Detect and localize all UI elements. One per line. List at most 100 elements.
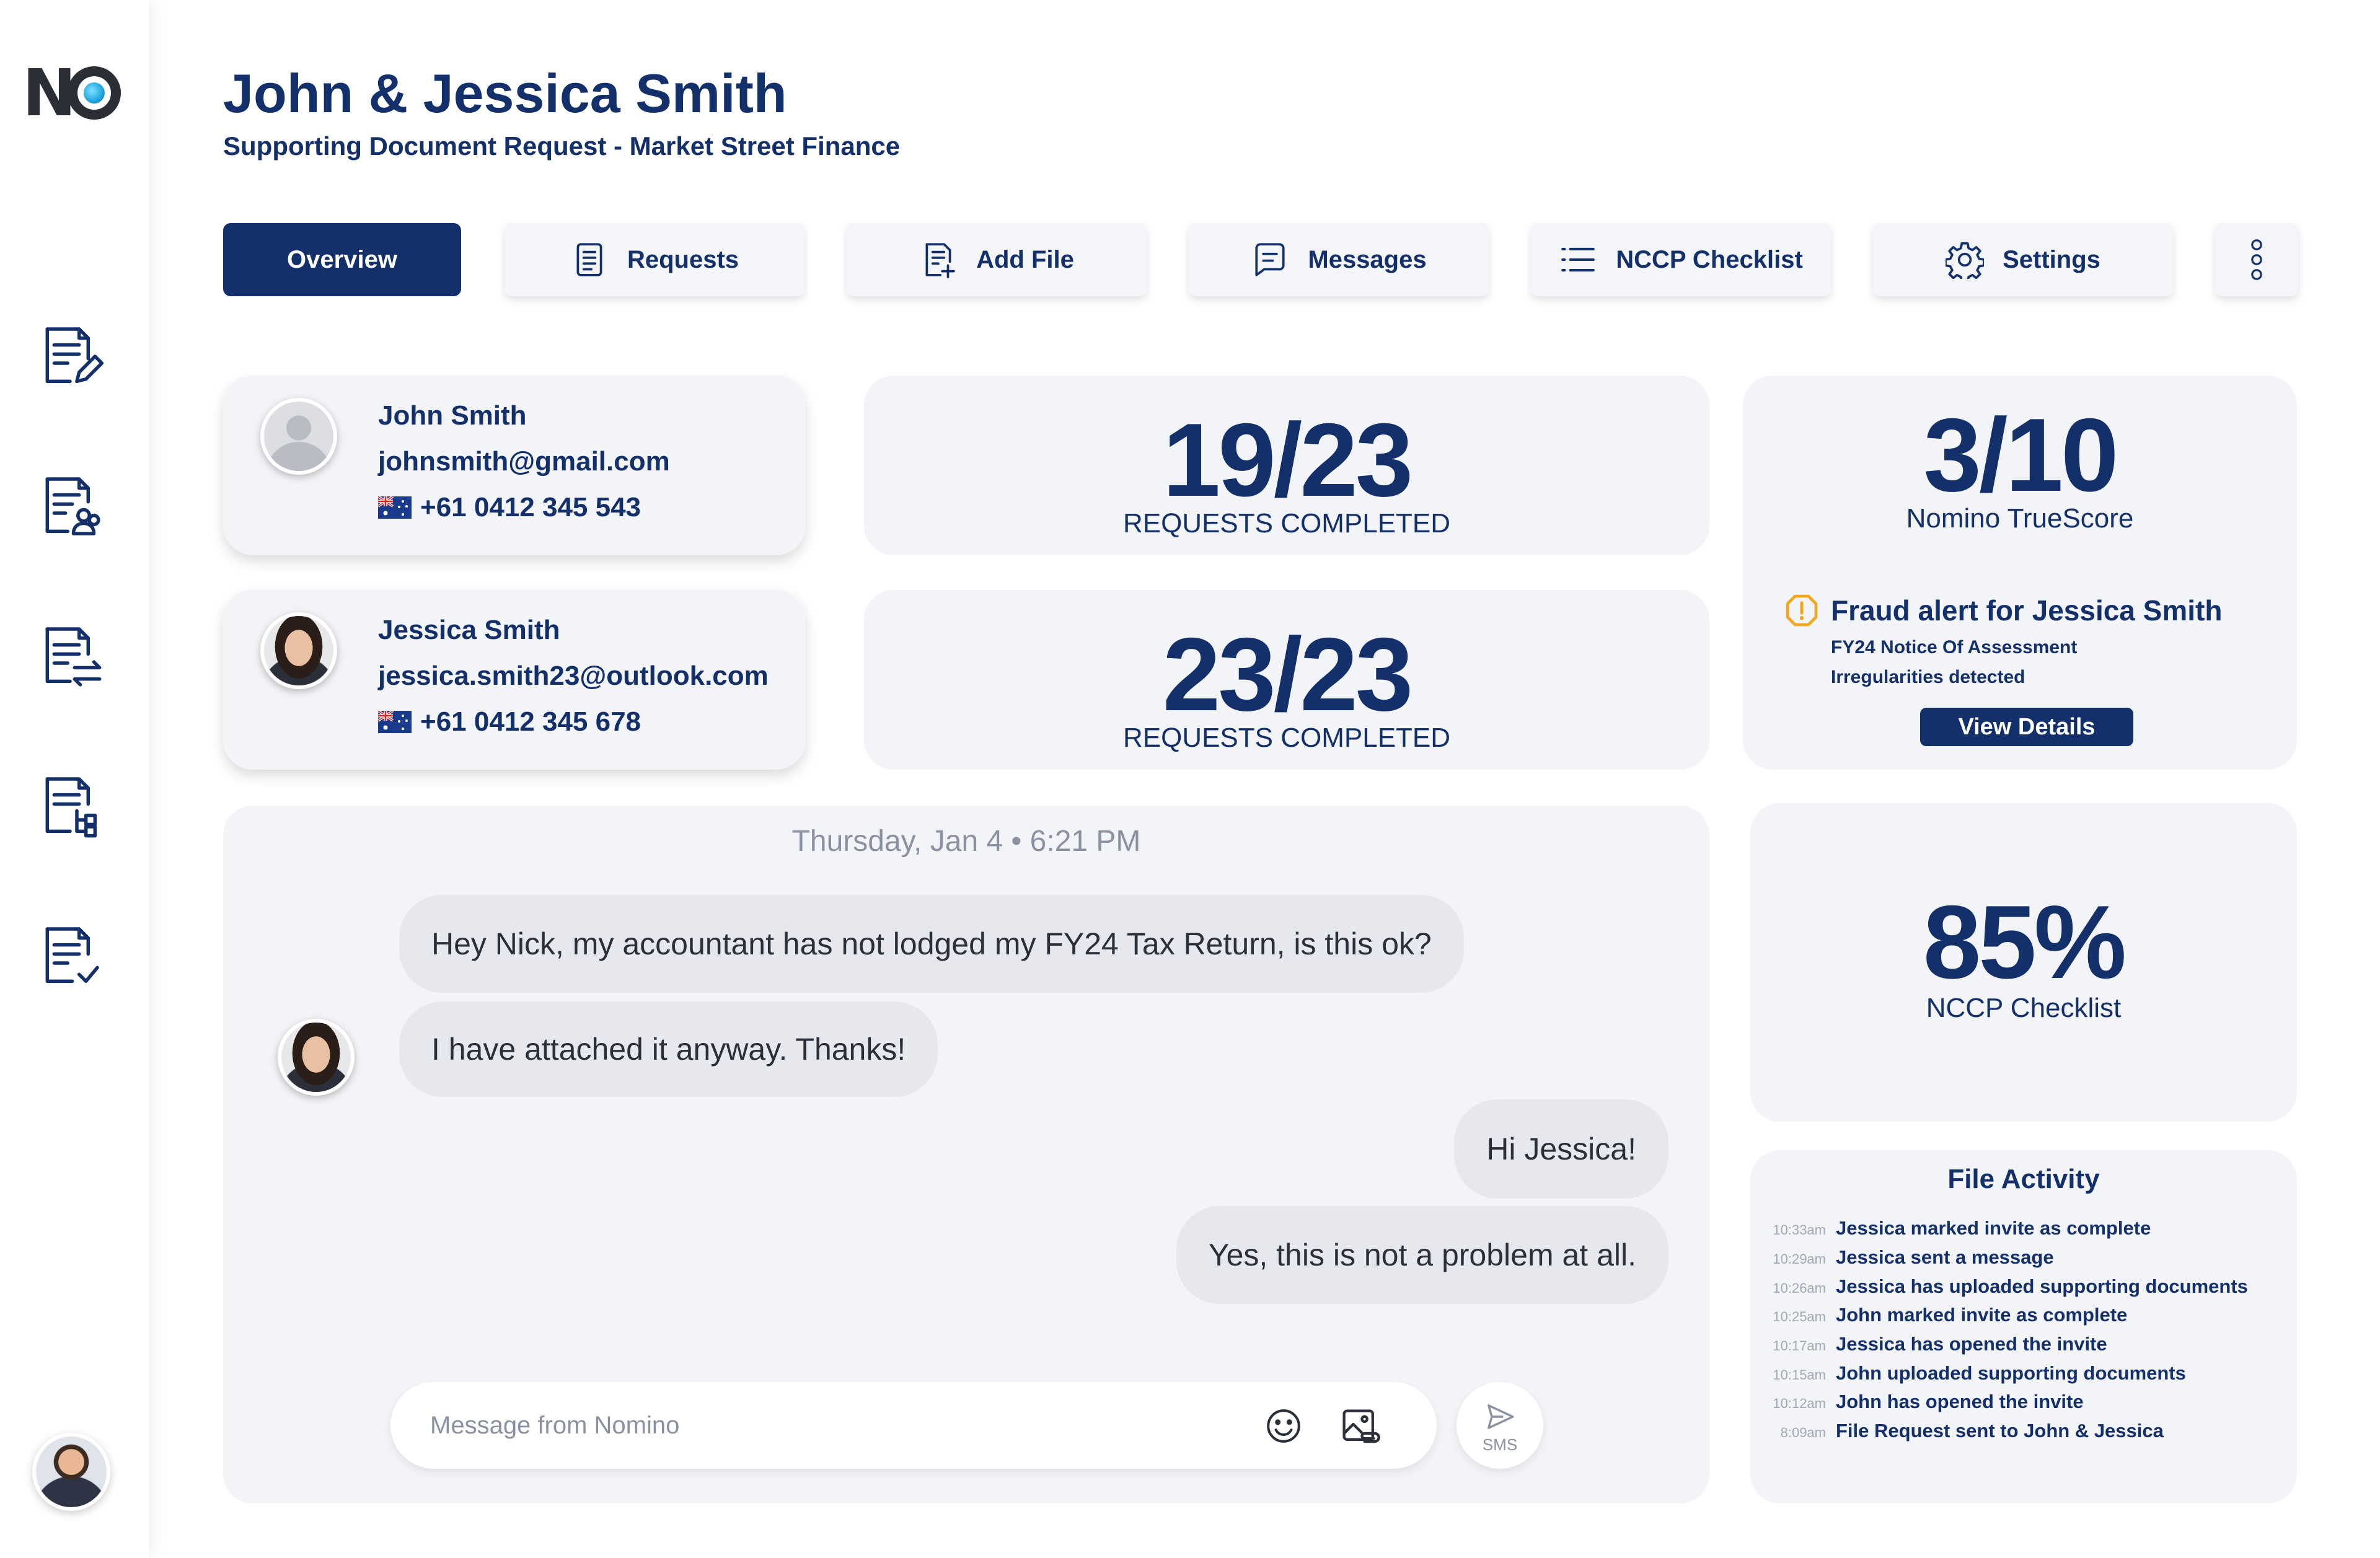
more-vertical-icon [2251,239,2262,280]
file-activity-item: 10:25am John marked invite as complete [1765,1304,2127,1326]
warning-icon [1786,594,1818,627]
tab-settings-label: Settings [2003,245,2100,273]
list-icon [1561,247,1595,272]
contact-card-john[interactable]: John Smith johnsmith@gmail.com +61 0412 … [223,376,806,555]
tab-overview[interactable]: Overview [223,223,461,296]
contact-avatar [260,612,337,689]
file-activity-time: 10:12am [1773,1396,1826,1411]
file-activity-time: 10:15am [1773,1367,1826,1383]
file-activity-text: Jessica sent a message [1836,1246,2054,1268]
view-details-button[interactable]: View Details [1920,708,2133,746]
truescore-value: 3/10 [1923,397,2119,513]
nccp-value: 85% [1923,884,2127,1000]
chat-avatar [278,1019,355,1096]
chat-panel: Thursday, Jan 4 • 6:21 PM Hey Nick, my a… [223,806,1709,1503]
file-activity-item: 10:26am Jessica has uploaded supporting … [1765,1275,2248,1298]
file-activity-item: 8:09am File Request sent to John & Jessi… [1765,1420,2164,1442]
requests-stat-card-jessica: 23/23 REQUESTS COMPLETED [864,590,1709,770]
contact-phone[interactable]: +61 0412 345 678 [378,706,641,737]
file-activity-item: 10:17am Jessica has opened the invite [1765,1333,2107,1355]
chat-message-outgoing: Hi Jessica! [1454,1099,1668,1199]
file-activity-time: 10:29am [1773,1251,1826,1267]
contact-email[interactable]: johnsmith@gmail.com [378,446,670,477]
tab-settings[interactable]: Settings [1873,223,2173,296]
tab-nccp-checklist-label: NCCP Checklist [1616,245,1803,273]
file-activity-item: 10:12am John has opened the invite [1765,1391,2084,1413]
chat-message-text: Yes, this is not a problem at all. [1208,1238,1636,1272]
requests-stat-value: 19/23 [1162,402,1413,518]
send-sms-label: SMS [1482,1435,1518,1454]
tab-add-file-label: Add File [976,245,1074,273]
nomino-logo[interactable]: N [22,61,121,125]
chat-message-incoming: Hey Nick, my accountant has not lodged m… [399,895,1464,993]
tab-requests[interactable]: Requests [505,223,804,296]
file-activity-text: Jessica has uploaded supporting document… [1836,1275,2248,1297]
add-file-icon [925,243,955,278]
document-icon [576,243,602,276]
fraud-alert-detail: FY24 Notice Of Assessment [1831,637,2078,658]
tab-messages[interactable]: Messages [1189,223,1489,296]
file-activity-text: Jessica marked invite as complete [1836,1217,2151,1239]
contact-phone[interactable]: +61 0412 345 543 [378,492,641,523]
sidebar: N [0,0,149,1558]
file-activity-time: 10:26am [1773,1280,1826,1296]
edit-document-icon[interactable] [36,322,104,390]
document-users-icon[interactable] [36,472,104,540]
contact-email[interactable]: jessica.smith23@outlook.com [378,661,769,692]
user-avatar[interactable] [32,1433,110,1511]
contact-name: Jessica Smith [378,615,560,645]
tab-nccp-checklist[interactable]: NCCP Checklist [1531,223,1831,296]
file-activity-item: 10:15am John uploaded supporting documen… [1765,1362,2186,1384]
message-input[interactable]: Message from Nomino [390,1382,1437,1469]
page-subtitle: Supporting Document Request - Market Str… [223,131,901,161]
message-input-placeholder: Message from Nomino [430,1411,680,1439]
requests-stat-label: REQUESTS COMPLETED [1122,508,1451,539]
file-activity-time: 10:33am [1773,1222,1826,1238]
truescore-label: Nomino TrueScore [1906,503,2134,534]
nccp-card: 85% NCCP Checklist [1750,803,2297,1122]
requests-stat-card-john: 19/23 REQUESTS COMPLETED [864,376,1709,555]
tab-overview-label: Overview [287,245,397,273]
emoji-icon[interactable] [1264,1407,1303,1445]
file-activity-text: John marked invite as complete [1836,1304,2128,1326]
attach-image-icon[interactable] [1340,1407,1381,1448]
chat-date: Thursday, Jan 4 • 6:21 PM [791,825,1141,858]
nccp-label: NCCP Checklist [1926,993,2122,1023]
send-icon [1488,1404,1514,1429]
contact-avatar [260,398,337,475]
requests-stat-label: REQUESTS COMPLETED [1122,723,1451,753]
send-sms-button[interactable]: SMS [1457,1382,1543,1469]
chat-message-outgoing: Yes, this is not a problem at all. [1176,1206,1668,1304]
file-activity-text: Jessica has opened the invite [1836,1333,2107,1355]
chat-message-incoming: I have attached it anyway. Thanks! [399,1001,938,1097]
document-check-icon[interactable] [36,922,104,990]
file-activity-time: 10:25am [1773,1309,1826,1324]
tab-requests-label: Requests [627,245,739,273]
chat-message-text: Hey Nick, my accountant has not lodged m… [431,926,1432,961]
contact-phone-number: +61 0412 345 678 [420,706,641,737]
fraud-alert-title: Fraud alert for Jessica Smith [1831,594,2223,627]
file-activity-text: File Request sent to John & Jessica [1836,1420,2164,1441]
page-title: John & Jessica Smith [223,63,787,124]
file-activity-time: 10:17am [1773,1338,1826,1353]
fraud-alert-detail: Irregularities detected [1831,667,2025,687]
requests-stat-value: 23/23 [1162,616,1413,733]
australia-flag-icon [378,496,412,519]
file-activity-item: 10:29am Jessica sent a message [1765,1246,2054,1269]
australia-flag-icon [378,711,412,733]
file-activity-card: File Activity 10:33am Jessica marked inv… [1750,1150,2297,1503]
gear-icon [1946,242,1985,279]
contact-phone-number: +61 0412 345 543 [420,492,641,522]
file-activity-title: File Activity [1947,1164,2100,1194]
more-options-button[interactable] [2215,223,2298,296]
document-hierarchy-icon[interactable] [36,772,104,840]
contact-name: John Smith [378,400,527,431]
truescore-card: 3/10 Nomino TrueScore Fraud alert for Je… [1743,376,2297,770]
tab-messages-label: Messages [1308,245,1427,273]
file-activity-text: John has opened the invite [1836,1391,2084,1412]
tab-add-file[interactable]: Add File [847,223,1147,296]
chat-message-text: Hi Jessica! [1486,1132,1636,1166]
document-transfer-icon[interactable] [36,622,104,690]
file-activity-text: John uploaded supporting documents [1836,1362,2186,1384]
contact-card-jessica[interactable]: Jessica Smith jessica.smith23@outlook.co… [223,590,806,770]
